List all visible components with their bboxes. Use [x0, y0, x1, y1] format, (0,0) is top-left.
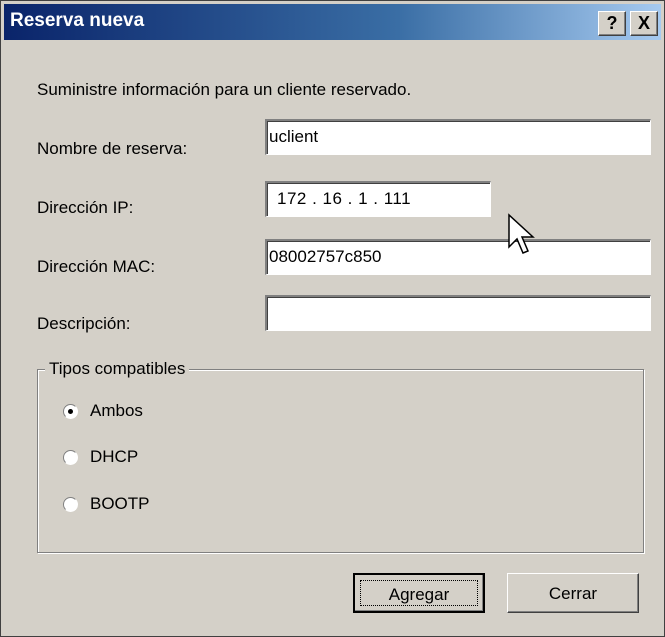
close-icon[interactable]: X [630, 11, 658, 36]
title-bar: Reserva nueva ? X [4, 4, 661, 40]
radio-label-bootp: BOOTP [90, 494, 150, 513]
mac-address-input[interactable]: 08002757c850 [265, 239, 651, 275]
mouse-pointer-icon [508, 213, 535, 254]
description-input[interactable] [265, 295, 651, 331]
radio-button-icon[interactable] [63, 496, 78, 512]
mac-address-label: Dirección MAC: [37, 257, 156, 276]
radio-button-icon[interactable] [63, 449, 78, 465]
description-label: Descripción: [37, 314, 131, 333]
help-button[interactable]: ? [598, 11, 626, 36]
ip-address-label: Dirección IP: [37, 198, 134, 217]
reservation-dialog: Reserva nueva ? X Suministre información… [0, 0, 665, 637]
radio-button-icon[interactable] [63, 403, 78, 419]
compatible-types-title: Tipos compatibles [45, 359, 190, 379]
reservation-name-input[interactable]: uclient [265, 119, 651, 155]
reservation-name-label: Nombre de reserva: [37, 139, 188, 158]
radio-option-ambos[interactable]: Ambos [63, 401, 143, 421]
focus-outline [360, 580, 478, 606]
intro-text: Suministre información para un cliente r… [37, 80, 412, 99]
close-button[interactable]: Cerrar [507, 573, 639, 613]
radio-option-dhcp[interactable]: DHCP [63, 447, 138, 467]
radio-option-bootp[interactable]: BOOTP [63, 494, 150, 514]
dialog-title: Reserva nueva [10, 10, 145, 31]
radio-label-ambos: Ambos [90, 401, 143, 420]
add-button[interactable]: Agregar [353, 573, 485, 613]
radio-label-dhcp: DHCP [90, 447, 139, 466]
ip-address-input[interactable]: 172 . 16 . 1 . 111 [265, 181, 491, 217]
